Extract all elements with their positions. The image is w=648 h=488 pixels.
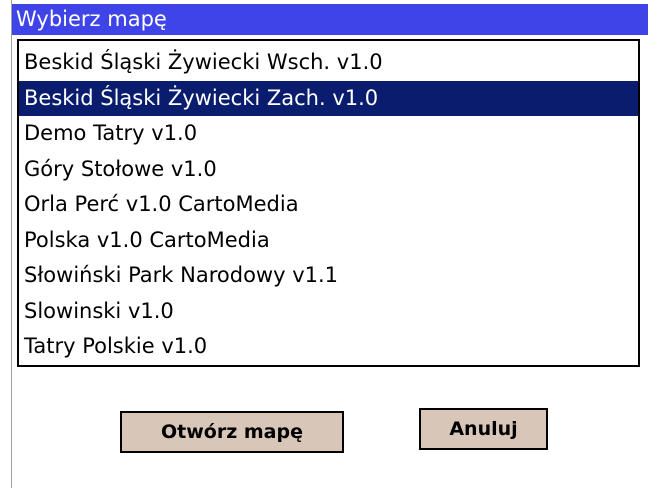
map-list-item[interactable]: Demo Tatry v1.0 [19,116,638,152]
map-list-item[interactable]: Orla Perć v1.0 CartoMedia [19,187,638,223]
open-map-button[interactable]: Otwórz mapę [120,411,344,453]
map-list-item[interactable]: Słowiński Park Narodowy v1.1 [19,258,638,294]
choose-map-dialog: Wybierz mapę Beskid Śląski Żywiecki Wsch… [0,0,648,488]
map-list-item[interactable]: Beskid Śląski Żywiecki Wsch. v1.0 [19,45,638,81]
map-list-item[interactable]: Polska v1.0 CartoMedia [19,223,638,259]
window-left-edge [0,0,12,488]
map-list-item[interactable]: Góry Stołowe v1.0 [19,152,638,188]
map-list-item[interactable]: Tatry Polskie v1.0 [19,329,638,365]
dialog-title: Wybierz mapę [16,7,167,31]
map-list-item-selected[interactable]: Beskid Śląski Żywiecki Zach. v1.0 [19,80,638,116]
cancel-button[interactable]: Anuluj [419,408,548,450]
dialog-title-bar: Wybierz mapę [12,4,648,35]
open-map-button-label: Otwórz mapę [161,421,303,443]
cancel-button-label: Anuluj [449,418,518,440]
map-list-item[interactable]: Slowinski v1.0 [19,294,638,330]
map-list[interactable]: Beskid Śląski Żywiecki Wsch. v1.0 Beskid… [17,39,640,367]
